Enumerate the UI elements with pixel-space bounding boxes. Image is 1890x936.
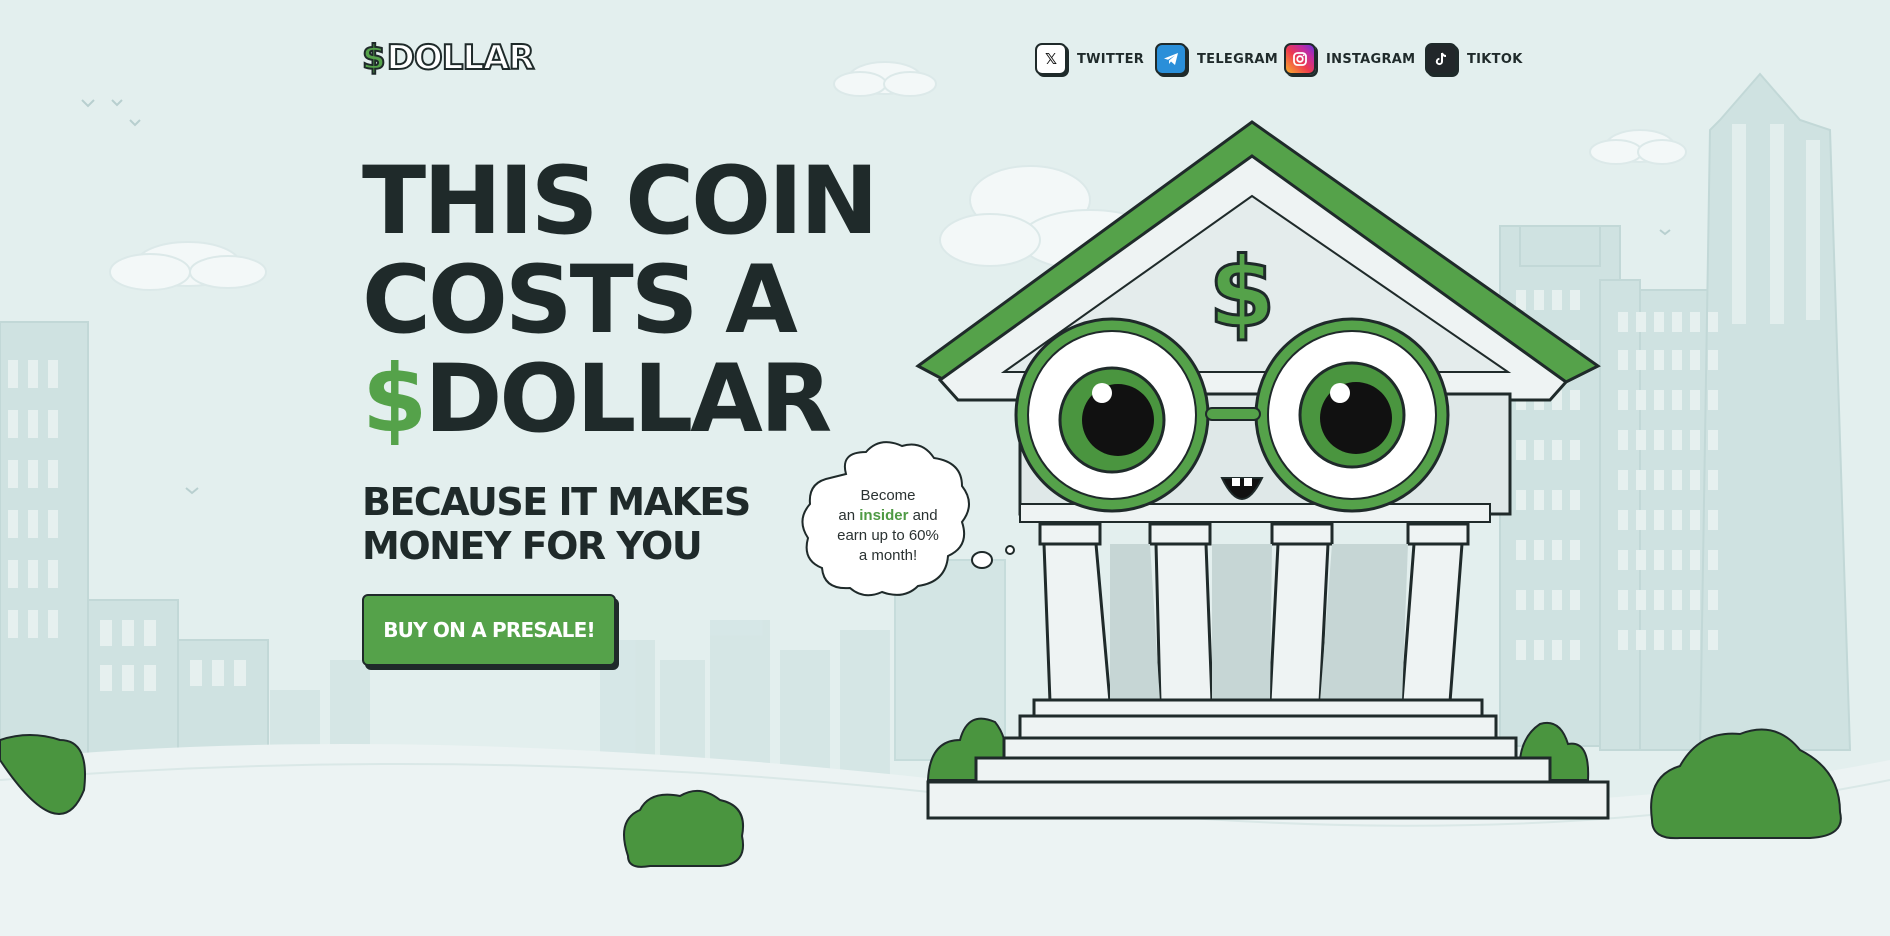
bubble-line-4: a month! [858, 547, 918, 564]
insider-highlight: insider [859, 507, 909, 524]
bubble-line-2-post: and [912, 507, 938, 524]
bubble-line-3: earn up to 60% [837, 527, 939, 544]
bubble-line-1: Become [860, 487, 916, 504]
bubble-line-2-pre: an [838, 507, 856, 524]
thought-bubble: Become an insider and earn up to 60% a m… [808, 466, 968, 586]
bubble-line-2: an insider and [838, 506, 937, 526]
